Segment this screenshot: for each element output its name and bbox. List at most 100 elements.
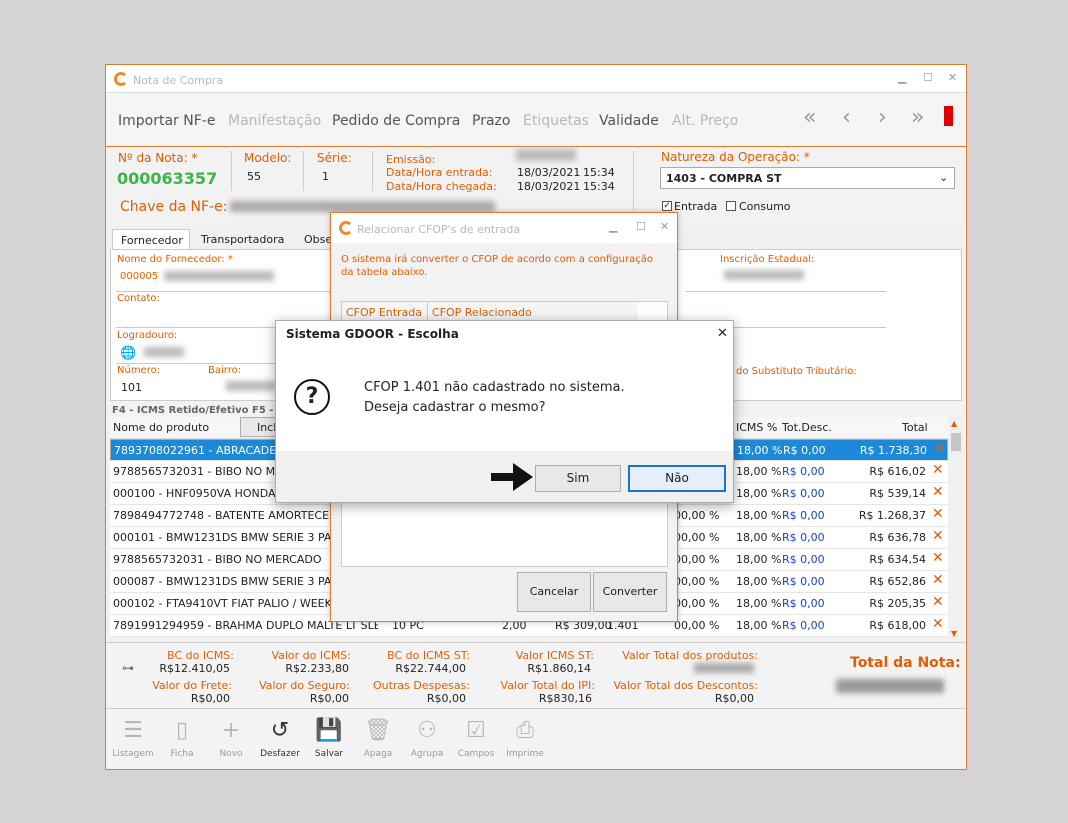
entrada-date[interactable]: 18/03/2021: [517, 166, 580, 179]
tab-observacoes[interactable]: Obse: [304, 233, 332, 246]
close-icon[interactable]: ✕: [948, 71, 957, 84]
modelo-value[interactable]: 55: [247, 170, 261, 183]
valor-produtos-value: [694, 663, 754, 673]
entrada-checkbox[interactable]: ✓: [662, 201, 672, 211]
consumo-checkbox[interactable]: [726, 201, 736, 211]
next-record-icon[interactable]: ›: [878, 105, 887, 130]
cfop-relacionado-header[interactable]: CFOP Relacionado: [432, 306, 532, 319]
menu-manifestacao[interactable]: Manifestação: [228, 113, 321, 129]
logradouro-value[interactable]: [144, 347, 184, 357]
agrupa-button[interactable]: ⚇ Agrupa: [404, 713, 450, 765]
cell-pct: 00,00 %: [674, 509, 720, 522]
ficha-button[interactable]: ▯ Ficha: [159, 713, 205, 765]
bairro-value[interactable]: [226, 381, 276, 391]
menu-alt-preco[interactable]: Alt. Preço: [672, 113, 738, 129]
convert-button[interactable]: Converter: [593, 572, 667, 612]
message-title-bar: Sistema GDOOR - Escolha ✕: [276, 321, 733, 347]
tab-transportadora[interactable]: Transportadora: [201, 233, 284, 246]
chave-value[interactable]: [230, 201, 495, 212]
tab-fornecedor[interactable]: Fornecedor: [112, 229, 190, 250]
delete-row-icon[interactable]: ✕: [932, 462, 944, 478]
col-total-header[interactable]: Total: [902, 421, 928, 434]
menu-etiquetas[interactable]: Etiquetas: [523, 113, 589, 129]
col-icms-header[interactable]: ICMS %: [736, 421, 777, 434]
message-line-2: Deseja cadastrar o mesmo?: [364, 400, 546, 415]
delete-row-icon[interactable]: ✕: [933, 441, 945, 457]
previous-record-icon[interactable]: ‹: [842, 105, 851, 130]
cell-desc: R$ 0,00: [782, 465, 825, 478]
yes-button[interactable]: Sim: [535, 465, 621, 492]
menu-prazo[interactable]: Prazo: [472, 113, 510, 129]
cell-total: R$ 1.738,30: [859, 444, 927, 457]
natureza-select[interactable]: 1403 - COMPRA ST ⌄: [660, 167, 955, 189]
listagem-button[interactable]: ☰ Listagem: [110, 713, 156, 765]
cell-icms: 18,00 %: [736, 575, 782, 588]
imprime-button[interactable]: ⎙ Imprime: [502, 713, 548, 765]
toolbar-label: Listagem: [112, 749, 154, 759]
toolbar-label: Agrupa: [410, 749, 444, 759]
ie-value[interactable]: [724, 270, 804, 280]
first-record-icon[interactable]: «: [803, 105, 816, 130]
delete-row-icon[interactable]: ✕: [932, 528, 944, 544]
scroll-down-icon[interactable]: ▼: [951, 629, 957, 638]
cell-desc: R$ 0,00: [782, 575, 825, 588]
close-icon[interactable]: ✕: [660, 220, 669, 233]
cell-total: R$ 652,86: [869, 575, 926, 588]
cancel-button[interactable]: Cancelar: [517, 572, 591, 612]
menu-validade[interactable]: Validade: [599, 113, 659, 129]
scroll-thumb[interactable]: [951, 433, 961, 451]
fornecedor-code[interactable]: 000005: [120, 271, 158, 282]
cell-nome: 7898494772748 - BATENTE AMORTECEDOR: [113, 509, 335, 522]
entrada-time[interactable]: 15:34: [583, 166, 615, 179]
serie-value[interactable]: 1: [322, 170, 329, 183]
cfop-message: O sistema irá converter o CFOP de acordo…: [341, 254, 653, 278]
toolbar-label: Salvar: [314, 749, 344, 759]
save-icon: 💾: [315, 718, 343, 743]
chegada-date[interactable]: 18/03/2021: [517, 180, 580, 193]
frete-label: Valor do Frete:: [152, 679, 232, 692]
cell-desc: R$ 0,00: [782, 531, 825, 544]
last-record-icon[interactable]: »: [911, 105, 924, 130]
close-icon[interactable]: ✕: [717, 326, 728, 341]
maximize-icon[interactable]: ☐: [636, 220, 646, 233]
minimize-icon[interactable]: ▁: [609, 220, 617, 233]
delete-row-icon[interactable]: ✕: [932, 484, 944, 500]
cell-total: R$ 636,78: [869, 531, 926, 544]
delete-row-icon[interactable]: ✕: [932, 616, 944, 632]
globe-icon[interactable]: 🌐: [120, 346, 136, 361]
numero-value[interactable]: 101: [121, 381, 142, 394]
tree-icon[interactable]: ⊶: [122, 661, 134, 675]
chegada-time[interactable]: 15:34: [583, 180, 615, 193]
total-nota-label: Total da Nota:: [850, 655, 961, 671]
fornecedor-name[interactable]: [164, 271, 274, 281]
chave-label: Chave da NF-e:: [120, 199, 228, 215]
cell-nome: 9788565732031 - BIBO NO MERCADO: [113, 553, 322, 566]
cell-icms: 18,00 %: [736, 597, 782, 610]
apaga-button[interactable]: 🗑 Apaga: [355, 713, 401, 765]
menu-pedido-compra[interactable]: Pedido de Compra: [332, 113, 460, 129]
delete-row-icon[interactable]: ✕: [932, 572, 944, 588]
grid-scrollbar[interactable]: ▲ ▼: [948, 417, 963, 642]
nota-label: Nº da Nota: *: [118, 151, 198, 165]
col-desc-header[interactable]: Tot.Desc.: [782, 421, 832, 434]
message-line-1: CFOP 1.401 não cadastrado no sistema.: [364, 380, 625, 395]
cell-icms: 18,00 %: [736, 553, 782, 566]
desfazer-button[interactable]: ↺ Desfazer: [257, 713, 303, 765]
minimize-icon[interactable]: ▁: [898, 71, 906, 84]
salvar-button[interactable]: 💾 Salvar: [306, 713, 352, 765]
cfop-entrada-header[interactable]: CFOP Entrada: [346, 306, 422, 319]
scroll-up-icon[interactable]: ▲: [951, 419, 957, 428]
no-button[interactable]: Não: [628, 465, 726, 492]
delete-row-icon[interactable]: ✕: [932, 594, 944, 610]
campos-button[interactable]: ☑ Campos: [453, 713, 499, 765]
menu-bar: Importar NF-e Manifestação Pedido de Com…: [106, 93, 966, 147]
novo-button[interactable]: + Novo: [208, 713, 254, 765]
maximize-icon[interactable]: ☐: [923, 71, 933, 84]
logradouro-label: Logradouro:: [117, 330, 178, 341]
delete-row-icon[interactable]: ✕: [932, 550, 944, 566]
col-nome-header[interactable]: Nome do produto: [113, 421, 209, 434]
ie-label: Inscrição Estadual:: [720, 254, 815, 265]
menu-importar-nfe[interactable]: Importar NF-e: [118, 113, 215, 129]
delete-row-icon[interactable]: ✕: [932, 506, 944, 522]
cell-icms: 18,00 %: [736, 531, 782, 544]
